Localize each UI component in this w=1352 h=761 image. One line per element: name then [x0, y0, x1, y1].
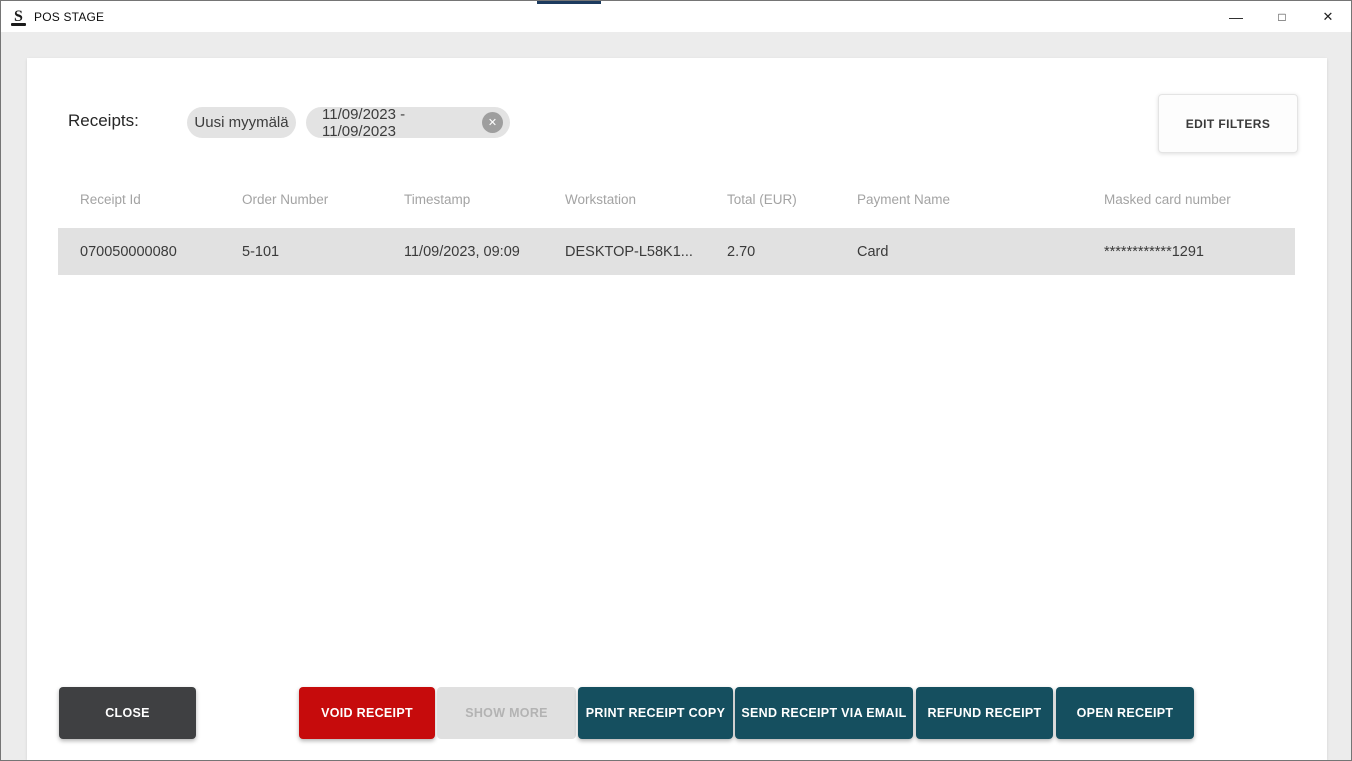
filter-chip-store-label: Uusi myymälä [194, 114, 289, 131]
cell-timestamp: 11/09/2023, 09:09 [404, 243, 520, 260]
maximize-button[interactable]: □ [1259, 1, 1305, 32]
cell-masked-card: ************1291 [1104, 243, 1204, 260]
col-timestamp: Timestamp [404, 191, 471, 207]
remove-date-filter-icon[interactable]: ✕ [482, 112, 503, 133]
refund-receipt-button[interactable]: REFUND RECEIPT [916, 687, 1053, 739]
app-window: S POS STAGE — □ ✕ Receipts: Uusi myymälä… [0, 0, 1352, 761]
close-window-button[interactable]: ✕ [1305, 1, 1351, 32]
open-receipt-button[interactable]: OPEN RECEIPT [1056, 687, 1194, 739]
receipts-label: Receipts: [68, 111, 139, 130]
table-row[interactable]: 070050000080 5-101 11/09/2023, 09:09 DES… [58, 228, 1295, 275]
close-button[interactable]: CLOSE [59, 687, 196, 739]
cell-payment-name: Card [857, 243, 889, 260]
cell-workstation: DESKTOP-L58K1... [565, 243, 693, 260]
col-receipt-id: Receipt Id [80, 191, 141, 207]
filter-chip-store[interactable]: Uusi myymälä [187, 107, 296, 138]
cell-order-number: 5-101 [242, 243, 280, 260]
cell-total: 2.70 [727, 243, 756, 260]
content-background: Receipts: Uusi myymälä 11/09/2023 - 11/0… [1, 32, 1351, 760]
title-bar: S POS STAGE — □ ✕ [1, 1, 1351, 33]
title-bar-left: S POS STAGE [1, 7, 104, 26]
col-workstation: Workstation [565, 191, 637, 207]
send-receipt-via-email-button[interactable]: SEND RECEIPT VIA EMAIL [735, 687, 913, 739]
minimize-button[interactable]: — [1213, 1, 1259, 32]
col-total: Total (EUR) [727, 191, 797, 207]
void-receipt-button[interactable]: VOID RECEIPT [299, 687, 435, 739]
table-header: Receipt Id Order Number Timestamp Workst… [58, 186, 1295, 212]
top-accent-bar [537, 1, 601, 4]
col-payment-name: Payment Name [857, 191, 951, 207]
col-order-number: Order Number [242, 191, 329, 207]
receipts-panel: Receipts: Uusi myymälä 11/09/2023 - 11/0… [27, 58, 1327, 760]
cell-receipt-id: 070050000080 [80, 243, 177, 260]
col-masked-card: Masked card number [1104, 191, 1231, 207]
app-logo-icon: S [10, 7, 27, 26]
filter-chip-daterange-label: 11/09/2023 - 11/09/2023 [322, 105, 406, 140]
window-controls: — □ ✕ [1213, 1, 1351, 32]
filter-chip-daterange[interactable]: 11/09/2023 - 11/09/2023 ✕ [306, 105, 510, 140]
show-more-button: SHOW MORE [437, 687, 576, 739]
window-title: POS STAGE [34, 9, 105, 24]
print-receipt-copy-button[interactable]: PRINT RECEIPT COPY [578, 687, 733, 739]
edit-filters-button[interactable]: EDIT FILTERS [1158, 94, 1298, 153]
